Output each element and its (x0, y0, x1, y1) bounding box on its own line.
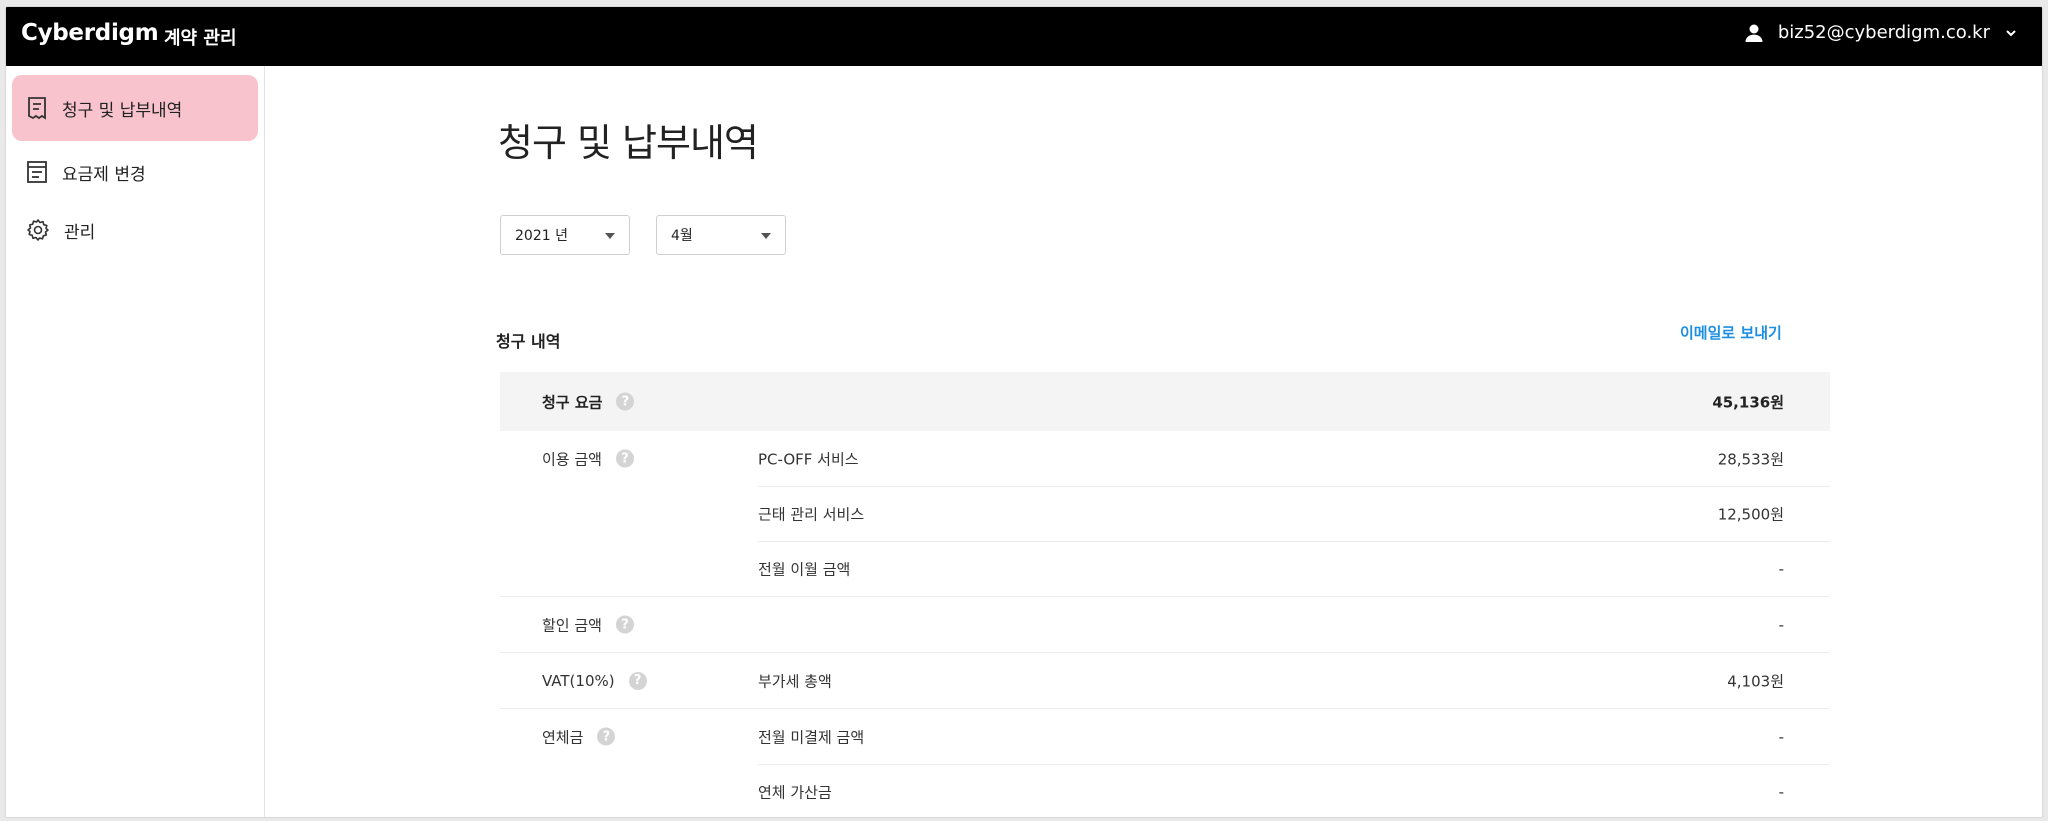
section-title: 청구 내역 (496, 332, 561, 351)
brand-logo[interactable]: Cyberdigm (21, 20, 159, 46)
send-email-link[interactable]: 이메일로 보내기 (1680, 322, 1782, 343)
help-icon[interactable]: ? (597, 727, 616, 746)
app-window: Cyberdigm 계약 관리 biz52@cyberdigm.co.kr 청구… (5, 6, 2043, 818)
receipt-icon (26, 96, 48, 120)
row-item: 전월 이월 금액 (758, 560, 851, 578)
table-row-vat: VAT(10%) ? 부가세 총액 4,103원 (500, 653, 1830, 709)
sidebar-item-plan-change[interactable]: 요금제 변경 (12, 139, 258, 205)
help-icon[interactable]: ? (615, 449, 634, 468)
help-icon[interactable]: ? (615, 615, 634, 634)
year-select[interactable]: 2021 년 (500, 215, 630, 255)
table-row-carryover: 전월 이월 금액 - (500, 541, 1830, 597)
row-amount: 4,103원 (1727, 672, 1784, 690)
caret-down-icon (761, 233, 771, 239)
table-row-discount: 할인 금액 ? - (500, 597, 1830, 653)
row-amount: - (1778, 782, 1784, 801)
gear-icon (26, 218, 50, 242)
sidebar-item-billing[interactable]: 청구 및 납부내역 (12, 75, 258, 141)
row-amount: 12,500원 (1717, 505, 1784, 523)
month-select-value: 4월 (671, 228, 693, 244)
table-row-late: 연체금 ? 전월 미결제 금액 - (500, 709, 1830, 765)
row-item: 근태 관리 서비스 (758, 505, 865, 523)
top-bar: Cyberdigm 계약 관리 biz52@cyberdigm.co.kr (6, 7, 2042, 66)
row-label: 연체금 (542, 728, 584, 746)
list-icon (26, 160, 48, 184)
user-menu[interactable]: biz52@cyberdigm.co.kr (1744, 22, 2018, 43)
sidebar-item-label: 요금제 변경 (62, 164, 146, 185)
month-select[interactable]: 4월 (656, 215, 786, 255)
sidebar-item-manage[interactable]: 관리 (12, 197, 258, 263)
user-email: biz52@cyberdigm.co.kr (1777, 22, 1990, 43)
sidebar: 청구 및 납부내역 요금제 변경 관리 (6, 66, 265, 817)
row-item: 전월 미결제 금액 (758, 728, 865, 746)
table-row-billed: 청구 요금 ? 45,136원 (500, 372, 1830, 431)
sidebar-item-label: 청구 및 납부내역 (62, 100, 183, 121)
row-label: 할인 금액 (542, 616, 602, 634)
row-item: PC-OFF 서비스 (758, 450, 859, 468)
user-icon (1744, 23, 1764, 43)
year-select-value: 2021 년 (515, 228, 568, 244)
row-amount: - (1778, 615, 1784, 634)
row-amount: - (1778, 727, 1784, 746)
row-amount: 45,136원 (1712, 393, 1784, 411)
help-icon[interactable]: ? (616, 392, 635, 411)
sidebar-item-label: 관리 (64, 222, 96, 243)
row-amount: - (1778, 559, 1784, 578)
app-name: 계약 관리 (164, 28, 237, 49)
page-title: 청구 및 납부내역 (498, 121, 759, 165)
row-label: VAT(10%) (542, 671, 615, 690)
help-icon[interactable]: ? (628, 671, 647, 690)
table-row-attendance: 근태 관리 서비스 12,500원 (500, 486, 1830, 542)
chevron-down-icon[interactable] (2004, 26, 2018, 40)
row-amount: 28,533원 (1717, 450, 1784, 468)
row-label: 청구 요금 (542, 393, 603, 411)
row-item: 연체 가산금 (758, 783, 832, 801)
row-item: 부가세 총액 (758, 672, 832, 690)
billing-table: 청구 요금 ? 45,136원 이용 금액 ? PC-OFF 서비스 28,53… (500, 372, 1830, 817)
main-content: 청구 및 납부내역 2021 년 4월 청구 내역 이메일로 보내기 청구 요금… (264, 66, 2042, 817)
table-row-usage: 이용 금액 ? PC-OFF 서비스 28,533원 (500, 431, 1830, 487)
table-row-late-fee: 연체 가산금 - (500, 764, 1830, 817)
caret-down-icon (605, 233, 615, 239)
row-label: 이용 금액 (542, 450, 602, 468)
